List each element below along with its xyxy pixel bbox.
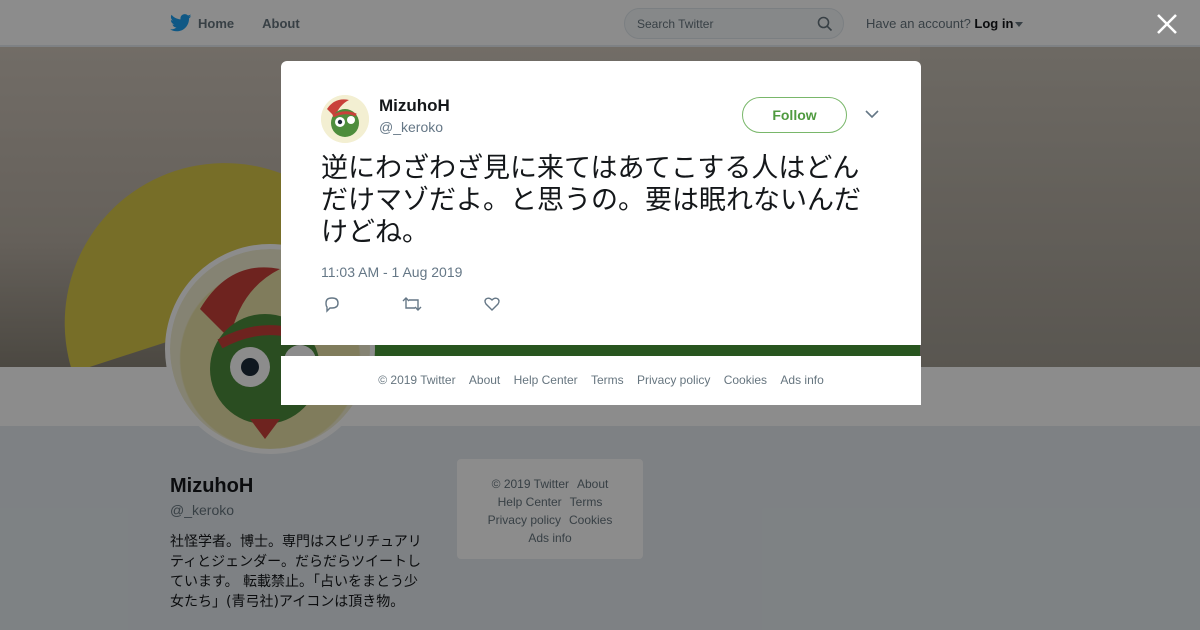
tweet-text: 逆にわざわざ見に来てはあてこする人はどんだけマゾだよ。と思うの。要は眠れないんだ… bbox=[321, 153, 861, 248]
tweet-author-avatar[interactable] bbox=[321, 95, 369, 143]
chevron-down-icon[interactable] bbox=[865, 109, 879, 119]
tweet-timestamp[interactable]: 11:03 AM - 1 Aug 2019 bbox=[321, 264, 462, 280]
footer-ads[interactable]: Ads info bbox=[780, 373, 823, 387]
footer-terms[interactable]: Terms bbox=[591, 373, 624, 387]
tweet-author-name[interactable]: MizuhoH bbox=[379, 96, 450, 116]
frog-avatar-icon bbox=[321, 95, 369, 143]
tweet-author-handle[interactable]: @_keroko bbox=[379, 119, 443, 135]
footer-about[interactable]: About bbox=[469, 373, 500, 387]
close-icon[interactable] bbox=[1155, 12, 1179, 36]
modal-footer: © 2019 Twitter About Help Center Terms P… bbox=[281, 356, 921, 405]
footer-privacy[interactable]: Privacy policy bbox=[637, 373, 710, 387]
like-icon[interactable] bbox=[483, 295, 501, 313]
tweet-modal: MizuhoH @_keroko Follow 逆にわざわざ見に来てはあてこする… bbox=[281, 61, 921, 345]
follow-button[interactable]: Follow bbox=[742, 97, 847, 133]
reply-icon[interactable] bbox=[323, 295, 341, 313]
footer-cookies[interactable]: Cookies bbox=[724, 373, 767, 387]
retweet-icon[interactable] bbox=[402, 295, 422, 313]
footer-copyright: © 2019 Twitter bbox=[378, 373, 456, 387]
footer-help[interactable]: Help Center bbox=[514, 373, 578, 387]
